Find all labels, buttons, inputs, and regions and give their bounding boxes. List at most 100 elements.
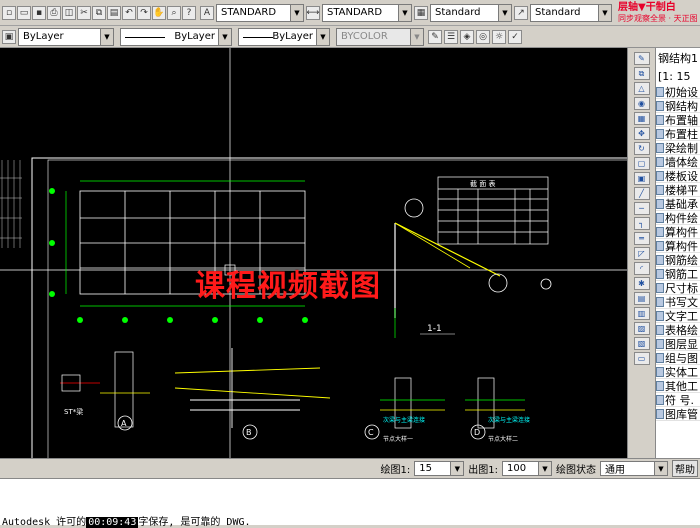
output-label: 出图1:: [468, 465, 498, 476]
detail-caption-d2: 节点大样二: [488, 435, 518, 443]
table-style-icon[interactable]: ▦: [414, 5, 428, 20]
dropdown-arrow-icon[interactable]: ▼: [398, 4, 411, 21]
preview-icon[interactable]: ◫: [62, 5, 76, 20]
move-icon[interactable]: ✥: [633, 127, 650, 140]
offset-icon[interactable]: ◉: [633, 97, 650, 110]
scale-label: 绘图1:: [380, 465, 411, 476]
mleader-style-select[interactable]: Standard ▼: [530, 3, 612, 22]
array-icon[interactable]: ▦: [633, 112, 650, 125]
stretch-icon[interactable]: ▣: [633, 172, 650, 185]
dim-style-select[interactable]: STANDARD ▼: [322, 3, 412, 22]
state-select[interactable]: 通用 ▼: [600, 461, 668, 476]
help-button[interactable]: 帮助: [672, 460, 698, 477]
layer-state-icon[interactable]: ◈: [460, 29, 474, 44]
xref-icon[interactable]: ▧: [633, 337, 650, 350]
print-icon[interactable]: ⎙: [47, 5, 61, 20]
fillet-icon[interactable]: ◜: [633, 262, 650, 275]
linetype-value: ByLayer: [174, 31, 215, 42]
dropdown-arrow-icon[interactable]: ▼: [316, 28, 329, 45]
title-frame: [31, 157, 627, 458]
dropdown-arrow-icon[interactable]: ▼: [654, 462, 667, 475]
side-menu-item[interactable]: 图库管: [656, 407, 700, 421]
dropdown-arrow-icon[interactable]: ▼: [218, 28, 231, 45]
dropdown-arrow-icon[interactable]: ▼: [450, 462, 464, 475]
explode-icon[interactable]: ✱: [633, 277, 650, 290]
dropdown-arrow-icon[interactable]: ▼: [498, 4, 511, 21]
scale-select[interactable]: 15 ▼: [414, 461, 465, 476]
chamfer-icon[interactable]: ◸: [633, 247, 650, 260]
window-icon[interactable]: ▭: [633, 352, 650, 365]
extend-icon[interactable]: ─: [633, 202, 650, 215]
menu-item-icon: [656, 100, 664, 111]
command-line[interactable]: Autodesk 许可的 00:09:43 字保存, 是可靠的 DWG.: [0, 478, 700, 528]
save-icon[interactable]: ▪: [32, 5, 46, 20]
paste-icon[interactable]: ▤: [107, 5, 121, 20]
open-icon[interactable]: ▭: [17, 5, 31, 20]
layer-iso-icon[interactable]: ✓: [508, 29, 522, 44]
cut-icon[interactable]: ✂: [77, 5, 91, 20]
styles-toolbar: ▫ ▭ ▪ ⎙ ◫ ✂ ⧉ ▤ ↶ ↷ ✋ ⌕ ? A STANDARD ▼ ⟷…: [0, 0, 700, 26]
detail-beams: [174, 348, 331, 428]
layer-off-icon[interactable]: ☼: [492, 29, 506, 44]
drawing-canvas[interactable]: 截 面 表 1-1 A B C D 次梁与主梁连接 次梁与主梁连接 节点大样一 …: [0, 48, 627, 458]
matchprop-icon[interactable]: ✎: [428, 29, 442, 44]
trim-icon[interactable]: ╱: [633, 187, 650, 200]
dropdown-arrow-icon[interactable]: ▼: [100, 28, 113, 45]
section-1-1: [394, 198, 552, 338]
state-value: 通用: [605, 465, 625, 476]
dropdown-arrow-icon[interactable]: ▼: [290, 4, 303, 21]
section-label: 1-1: [427, 324, 442, 334]
properties-icon[interactable]: ☰: [444, 29, 458, 44]
table-style-select[interactable]: Standard ▼: [430, 3, 512, 22]
scale-status-bar: 绘图1: 15 ▼ 出图1: 100 ▼ 绘图状态 通用 ▼ 帮助: [0, 458, 700, 478]
copy-object-icon[interactable]: ⧉: [633, 67, 650, 80]
menu-item-icon: [656, 198, 664, 209]
erase-icon[interactable]: ✎: [633, 52, 650, 65]
mleader-style-icon[interactable]: ↗: [514, 5, 528, 20]
layer-icon[interactable]: ▤: [633, 292, 650, 305]
detail-label-d: D: [474, 428, 480, 437]
menu-item-icon: [656, 324, 664, 335]
linetype-preview: [125, 36, 165, 38]
tianzheng-label[interactable]: 层轴▼干制白: [618, 2, 698, 13]
dropdown-arrow-icon[interactable]: ▼: [410, 28, 423, 45]
plotstyle-select[interactable]: BYCOLOR ▼: [336, 27, 424, 46]
detail-caption-c2: 节点大样一: [383, 435, 413, 443]
menu-item-icon: [656, 142, 664, 153]
dropdown-arrow-icon[interactable]: ▼: [538, 462, 551, 475]
menu-item-icon: [656, 240, 664, 251]
menu-item-icon: [656, 394, 664, 405]
undo-icon[interactable]: ↶: [122, 5, 136, 20]
detail-label-c: C: [368, 428, 374, 437]
text-style-icon[interactable]: A: [200, 5, 214, 20]
zoom-icon[interactable]: ⌕: [167, 5, 181, 20]
linetype-select[interactable]: ByLayer ▼: [120, 27, 232, 46]
block-icon[interactable]: ▨: [633, 322, 650, 335]
redo-icon[interactable]: ↷: [137, 5, 151, 20]
dim-style-icon[interactable]: ⟷: [306, 5, 320, 20]
new-file-icon[interactable]: ▫: [2, 5, 16, 20]
rotate-icon[interactable]: ↻: [633, 142, 650, 155]
break-icon[interactable]: ┐: [633, 217, 650, 230]
detail-label-b: B: [246, 428, 252, 437]
props-icon[interactable]: ▥: [633, 307, 650, 320]
dropdown-arrow-icon[interactable]: ▼: [598, 4, 611, 21]
output-select[interactable]: 100 ▼: [502, 461, 552, 476]
lineweight-select[interactable]: ByLayer ▼: [238, 27, 330, 46]
marker-label: ST*梁: [64, 407, 83, 416]
plotstyle-value: BYCOLOR: [341, 31, 388, 42]
color-select[interactable]: ByLayer ▼: [18, 27, 114, 46]
scale-icon[interactable]: ▢: [633, 157, 650, 170]
text-style-value: STANDARD: [221, 7, 277, 18]
copy-icon[interactable]: ⧉: [92, 5, 106, 20]
layer-icon[interactable]: ▣: [2, 29, 16, 44]
layer-previous-icon[interactable]: ◎: [476, 29, 490, 44]
help-icon[interactable]: ?: [182, 5, 196, 20]
join-icon[interactable]: ═: [633, 232, 650, 245]
text-style-select[interactable]: STANDARD ▼: [216, 3, 304, 22]
mirror-icon[interactable]: △: [633, 82, 650, 95]
menu-item-icon: [656, 212, 664, 223]
tianzheng-sub-label: 同步观察全景 · 天正图: [618, 13, 698, 23]
pan-icon[interactable]: ✋: [152, 5, 166, 20]
menu-item-icon: [656, 338, 664, 349]
